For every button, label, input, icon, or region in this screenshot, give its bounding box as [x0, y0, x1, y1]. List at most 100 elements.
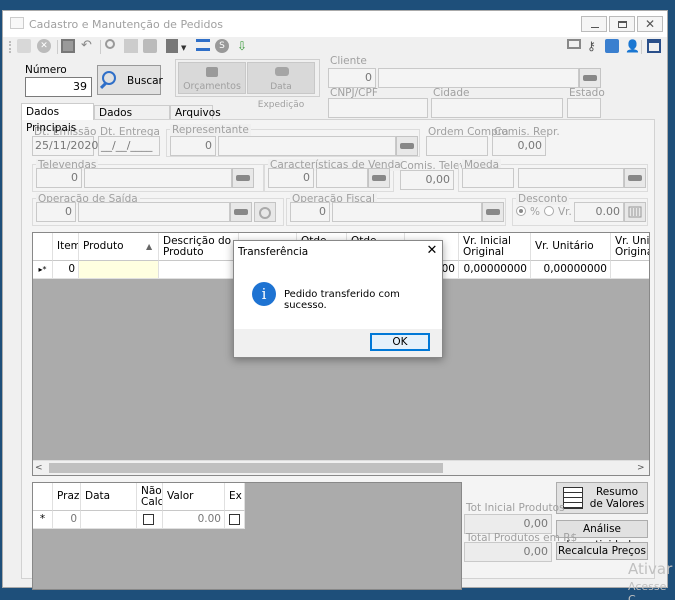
prazo-grid-header: Prazo Data Não Calc Valor Ex	[33, 483, 245, 511]
separator	[57, 40, 58, 54]
tab-arquivos[interactable]: Arquivos	[170, 105, 221, 120]
minimize-button[interactable]	[581, 16, 607, 32]
cell-item[interactable]: 0	[53, 261, 79, 279]
undo-icon[interactable]: ↶	[81, 39, 95, 53]
scroll-right-icon[interactable]: >	[637, 461, 645, 475]
cell-prazo[interactable]: 0	[53, 511, 81, 529]
op-fiscal-lookup-button[interactable]	[482, 202, 504, 222]
list-icon[interactable]	[196, 39, 210, 51]
refresh-icon[interactable]	[605, 39, 619, 53]
key-icon[interactable]: ⚷	[587, 39, 601, 53]
maximize-button[interactable]	[609, 16, 635, 32]
nao-calc-checkbox[interactable]	[143, 514, 154, 525]
desconto-label: Desconto	[516, 193, 570, 205]
buscar-button[interactable]: Buscar	[97, 65, 163, 95]
representante-lookup-button[interactable]	[396, 136, 418, 156]
numero-input[interactable]: 39	[25, 77, 92, 97]
info-icon: i	[252, 282, 276, 306]
options-icon[interactable]	[166, 39, 178, 53]
col-vr-unit-orig[interactable]: Vr. Unitá Original	[611, 233, 649, 261]
dt-entrega-field[interactable]: __/__/____	[98, 136, 160, 156]
cancel-icon[interactable]: ✕	[37, 39, 51, 53]
cell-ex[interactable]	[225, 511, 245, 529]
resumo-valores-button[interactable]: Resumo de Valores	[556, 482, 648, 514]
activation-watermark-line1: Ativar	[628, 560, 673, 578]
televendas-nome-field	[84, 168, 232, 188]
data-expedicao-button[interactable]: Data Expedição	[247, 62, 315, 110]
col-vr-unitario[interactable]: Vr. Unitário	[531, 233, 611, 261]
col-ex[interactable]: Ex	[225, 483, 245, 511]
comis-telev-field[interactable]: 0,00	[400, 170, 454, 190]
chevron-down-icon[interactable]: ▼	[181, 44, 186, 52]
cell-valor[interactable]: 0.00	[163, 511, 225, 529]
tab-dados-principais[interactable]: Dados Principais	[21, 103, 94, 134]
save-icon[interactable]	[61, 39, 75, 53]
print-icon[interactable]	[143, 39, 157, 53]
ex-checkbox[interactable]	[229, 514, 240, 525]
moeda-lookup-button[interactable]	[624, 168, 646, 188]
close-button[interactable]: ✕	[637, 16, 663, 32]
op-saida-lookup-button[interactable]	[230, 202, 252, 222]
cell-vr-unit-orig[interactable]: 0.	[611, 261, 649, 279]
recalcula-precos-button[interactable]: Recalcula Preços	[556, 542, 648, 560]
televendas-lookup-button[interactable]	[232, 168, 254, 188]
op-saida-clear-button[interactable]	[254, 202, 276, 222]
row-selector-header	[33, 233, 53, 261]
desconto-calc-button[interactable]	[624, 202, 646, 222]
cell-vr-inicial[interactable]: 0,00000000	[459, 261, 531, 279]
cards-icon[interactable]	[567, 39, 581, 49]
activation-watermark-line2: Acesse C	[628, 580, 667, 600]
search-icon[interactable]	[105, 39, 115, 49]
op-fiscal-nome-field	[332, 202, 482, 222]
col-data[interactable]: Data	[81, 483, 137, 511]
estado-field	[567, 98, 601, 118]
cell-nao-calc[interactable]	[137, 511, 163, 529]
cell-data[interactable]	[81, 511, 137, 529]
title-bar: Cadastro e Manutenção de Pedidos ✕	[3, 11, 667, 37]
dt-emissao-field[interactable]: 25/11/2020	[32, 136, 98, 156]
ok-button[interactable]: OK	[370, 333, 430, 351]
moeda-codigo-field[interactable]	[462, 168, 514, 188]
user-icon[interactable]: 👤	[625, 39, 640, 53]
col-vr-inicial[interactable]: Vr. Inicial Original	[459, 233, 531, 261]
dialog-close-button[interactable]: ✕	[422, 242, 442, 260]
desconto-vr-radio[interactable]	[544, 206, 554, 216]
filter-icon[interactable]	[124, 39, 138, 53]
scroll-left-icon[interactable]: <	[35, 461, 43, 475]
comis-repr-field[interactable]: 0,00	[492, 136, 546, 156]
cell-descricao[interactable]	[159, 261, 239, 279]
caract-venda-lookup-button[interactable]	[368, 168, 390, 188]
edit-icon[interactable]	[17, 39, 31, 53]
sort-up-icon: ▲	[146, 242, 153, 251]
ordem-compra-field[interactable]	[426, 136, 488, 156]
televendas-codigo-field[interactable]: 0	[36, 168, 82, 188]
col-item[interactable]: Item	[53, 233, 79, 261]
cell-vr-unitario[interactable]: 0,00000000	[531, 261, 611, 279]
scrollbar-thumb[interactable]	[49, 463, 443, 473]
coin-icon[interactable]: S	[215, 39, 229, 53]
download-icon[interactable]: ⇩	[235, 39, 249, 53]
cliente-codigo-field[interactable]: 0	[328, 68, 376, 88]
table-row[interactable]: * 0 0.00	[33, 511, 245, 529]
desconto-pct-radio[interactable]	[516, 206, 526, 216]
op-saida-codigo-field[interactable]: 0	[36, 202, 76, 222]
caract-venda-codigo-field[interactable]: 0	[268, 168, 314, 188]
col-prazo[interactable]: Prazo	[53, 483, 81, 511]
col-descricao[interactable]: Descrição do Produto	[159, 233, 239, 261]
col-nao-calc[interactable]: Não Calc	[137, 483, 163, 511]
representante-nome-field	[218, 136, 396, 156]
cliente-lookup-button[interactable]	[579, 68, 601, 88]
horizontal-scrollbar[interactable]: < >	[33, 460, 649, 475]
col-produto[interactable]: Produto ▲	[79, 233, 159, 261]
representante-codigo-field[interactable]: 0	[170, 136, 216, 156]
tot-produtos-field: 0,00	[464, 542, 552, 562]
tab-dados-adicionais[interactable]: Dados Adicionais	[94, 105, 170, 133]
exit-icon[interactable]	[647, 39, 661, 53]
op-fiscal-codigo-field[interactable]: 0	[290, 202, 330, 222]
col-valor[interactable]: Valor	[163, 483, 225, 511]
op-saida-nome-field	[78, 202, 230, 222]
cell-produto[interactable]	[79, 261, 159, 279]
orcamentos-button[interactable]: Orçamentos	[178, 62, 246, 94]
desconto-value-field[interactable]: 0.00	[574, 202, 624, 222]
prazo-grid[interactable]: Prazo Data Não Calc Valor Ex * 0 0.00	[32, 482, 462, 590]
